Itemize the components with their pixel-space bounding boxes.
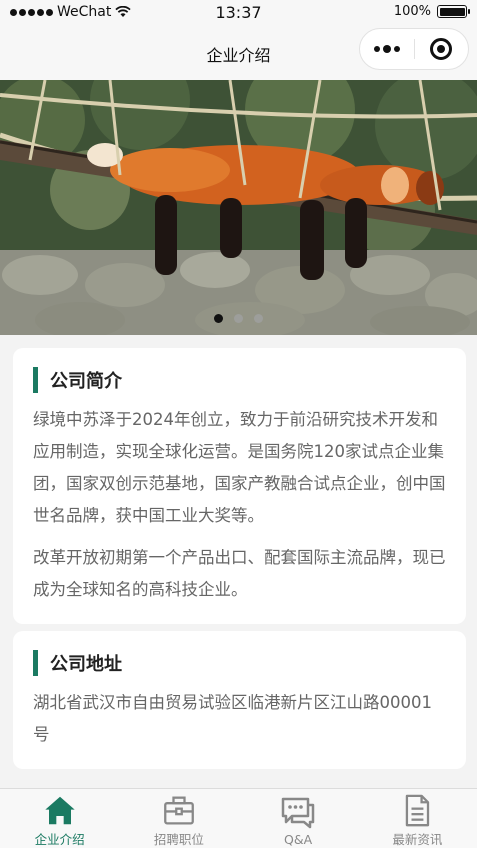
briefcase-icon (163, 796, 194, 825)
tab-label: 最新资讯 (392, 832, 443, 847)
tab-qa[interactable]: Q&A (239, 789, 358, 848)
company-intro-title: 公司简介 (50, 371, 122, 392)
company-address-text: 湖北省武汉市自由贸易试验区临港新片区江山路00001号 (33, 693, 432, 744)
status-bar: WeChat 13:37 100% (0, 0, 477, 26)
mini-program-capsule (359, 28, 469, 70)
home-icon (44, 796, 75, 825)
carousel-dot[interactable] (214, 314, 223, 323)
carousel-dot[interactable] (254, 314, 263, 323)
company-address-card: 公司地址 湖北省武汉市自由贸易试验区临港新片区江山路00001号 (13, 631, 466, 769)
tab-label: 企业介绍 (34, 832, 85, 847)
tab-job-openings[interactable]: 招聘职位 (119, 789, 238, 848)
card-header: 公司地址 (33, 649, 446, 677)
battery-percent: 100% (393, 4, 431, 19)
document-icon (406, 794, 430, 827)
close-mini-program-icon[interactable] (415, 38, 468, 60)
nav-bar: 企业介绍 (0, 26, 477, 80)
tab-label: 招聘职位 (153, 832, 204, 847)
banner-carousel[interactable] (0, 80, 477, 335)
banner-image (0, 80, 477, 335)
title-accent-bar (33, 367, 38, 393)
carousel-indicators (0, 314, 477, 323)
company-address-title: 公司地址 (50, 654, 122, 675)
tab-latest-news[interactable]: 最新资讯 (358, 789, 477, 848)
bottom-tab-bar: 企业介绍 招聘职位 Q&A 最新资讯 (0, 788, 477, 848)
battery-icon (437, 5, 470, 18)
status-right: 100% (393, 4, 470, 19)
card-header: 公司简介 (33, 366, 446, 394)
company-intro-card: 公司简介 绿境中苏泽于2024年创立，致力于前沿研究技术开发和应用制造，实现全球… (13, 348, 466, 624)
chat-icon (281, 797, 315, 829)
company-intro-paragraph: 改革开放初期第一个产品出口、配套国际主流品牌，现已成为全球知名的高科技企业。 (33, 548, 446, 599)
tab-company-intro[interactable]: 企业介绍 (0, 789, 119, 848)
more-options-icon[interactable] (360, 44, 414, 53)
tab-label: Q&A (284, 832, 313, 847)
company-intro-paragraph: 绿境中苏泽于2024年创立，致力于前沿研究技术开发和应用制造，实现全球化运营。是… (33, 410, 446, 525)
title-accent-bar (33, 650, 38, 676)
carousel-dot[interactable] (234, 314, 243, 323)
